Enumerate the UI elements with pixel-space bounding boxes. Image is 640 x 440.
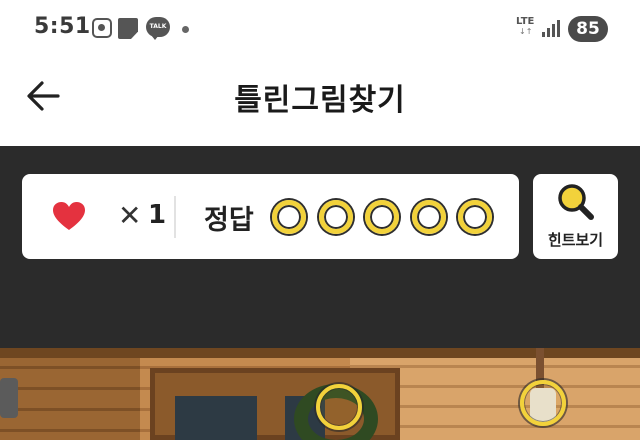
status-bar: 5:51 TALK LTE ↓↑ 85 — [0, 0, 640, 60]
game-panel: ✕ 1 정답 힌트보기 — [0, 146, 640, 348]
puzzle-image[interactable] — [0, 348, 640, 440]
found-marker — [520, 380, 566, 426]
page-title: 틀린그림찾기 — [234, 83, 406, 118]
network-activity-icon: ↓↑ — [519, 27, 533, 36]
score-card: ✕ 1 정답 — [22, 174, 519, 259]
hint-button[interactable]: 힌트보기 — [533, 174, 618, 259]
kakaotalk-icon: TALK — [146, 17, 170, 40]
network-type: LTE — [516, 16, 535, 27]
answer-slot-icon — [318, 200, 353, 234]
answer-label: 정답 — [204, 205, 254, 236]
window-pane — [175, 396, 257, 440]
notification-dot-icon — [182, 26, 189, 33]
answer-slot-icon — [411, 200, 446, 234]
screenshot-icon — [92, 18, 112, 38]
answer-slot-icon — [365, 200, 399, 234]
heart-icon — [53, 202, 85, 230]
hint-label: 힌트보기 — [547, 231, 604, 249]
cabin-roof-edge — [0, 348, 640, 358]
answer-slot-icon — [272, 200, 306, 234]
battery-indicator: 85 — [568, 16, 608, 42]
lives-count: 1 — [148, 200, 167, 230]
app-header: 틀린그림찾기 — [0, 60, 640, 146]
answer-slot-icon — [458, 200, 492, 234]
multiply-icon: ✕ — [118, 199, 142, 232]
divider — [174, 196, 176, 238]
magnifier-icon — [558, 184, 594, 220]
note-icon — [118, 18, 138, 39]
cabin-wall-shadow — [0, 348, 140, 440]
wall-lamp — [0, 378, 18, 418]
signal-icon — [542, 20, 560, 37]
status-time: 5:51 — [34, 14, 91, 39]
found-marker — [316, 384, 362, 430]
